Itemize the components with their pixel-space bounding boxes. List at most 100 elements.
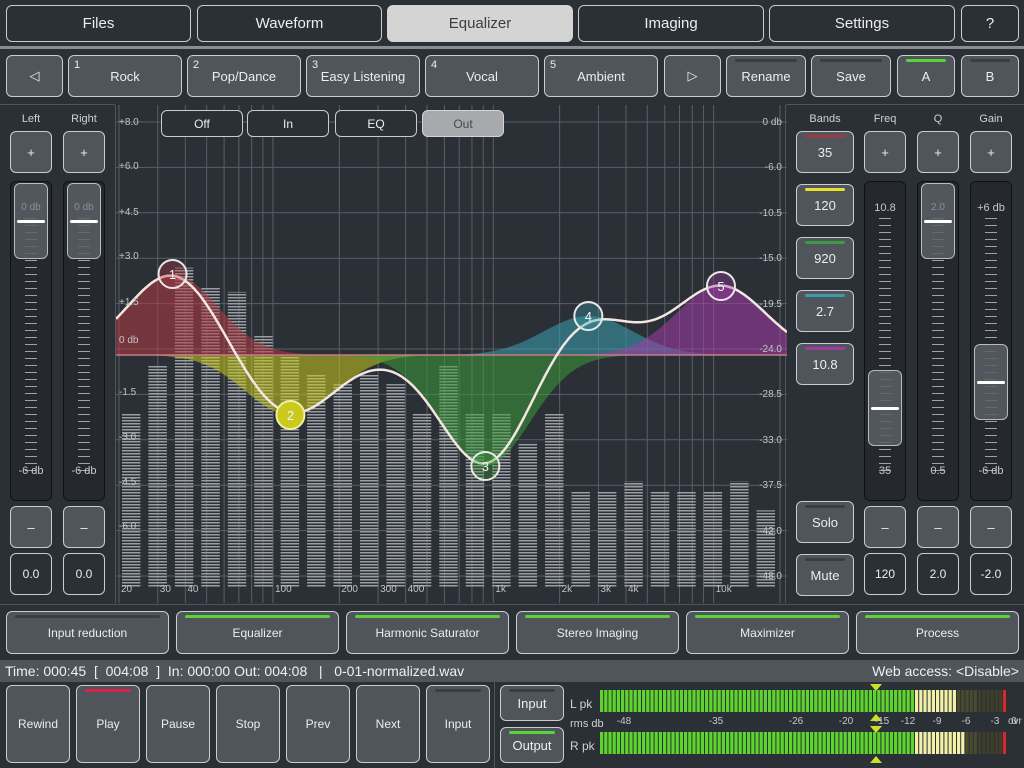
freq-thumb[interactable] — [868, 370, 902, 447]
module-input-reduction[interactable]: Input reduction — [6, 611, 169, 654]
preset-pop-dance[interactable]: 2 Pop/Dance — [187, 55, 301, 97]
prev-button[interactable]: Prev — [286, 685, 350, 763]
band-button-1[interactable]: 35 — [796, 131, 854, 173]
freq-slider[interactable]: 10.8 35 — [864, 181, 906, 501]
freq-value[interactable]: 120 — [864, 553, 906, 595]
module-maximizer[interactable]: Maximizer — [686, 611, 849, 654]
meter-scale-label: -3 — [991, 716, 1000, 727]
left-plus-button[interactable]: + — [10, 131, 52, 173]
band-handle-3[interactable]: 3 — [470, 451, 501, 481]
left-axis-label: -4.5 — [119, 477, 137, 488]
right-minus-button[interactable]: – — [63, 506, 105, 548]
eq-graph[interactable]: 1 2 3 4 5 Off In EQ Out +8.0 +6.0 +4.5 +3.0 +1.5 0 d… — [115, 105, 787, 603]
meter-scale-label: -35 — [709, 716, 724, 727]
left-gain-thumb[interactable]: 0 db — [14, 183, 48, 259]
view-mode-eq[interactable]: EQ — [335, 110, 417, 137]
left-value[interactable]: 0.0 — [10, 553, 52, 595]
right-meter-segment — [927, 732, 931, 754]
band-handle-4[interactable]: 4 — [573, 301, 604, 331]
save-button[interactable]: Save — [811, 55, 891, 97]
spectrum-bar — [412, 413, 432, 588]
compare-b-button[interactable]: B — [961, 55, 1019, 97]
right-gain-slider[interactable]: -6 db 0 db — [63, 181, 105, 501]
gain-thumb[interactable] — [974, 343, 1008, 420]
gain-minus-button[interactable]: – — [970, 506, 1012, 548]
band-handle-5[interactable]: 5 — [705, 271, 736, 301]
right-meter-segment — [902, 732, 906, 754]
meter-scale-label: -9 — [933, 716, 942, 727]
right-meter-segment — [755, 732, 759, 754]
q-plus-button[interactable]: + — [917, 131, 959, 173]
module-process[interactable]: Process — [856, 611, 1019, 654]
band-handle-1[interactable]: 1 — [157, 259, 188, 289]
meter-input-button[interactable]: Input — [500, 685, 564, 721]
view-mode-off[interactable]: Off — [161, 110, 243, 137]
right-meter-segment — [982, 732, 986, 754]
right-axis-label: -6.0 — [764, 162, 782, 174]
gain-plus-button[interactable]: + — [970, 131, 1012, 173]
rewind-button[interactable]: Rewind — [6, 685, 70, 763]
right-meter-segment — [658, 732, 662, 754]
gain-slider[interactable]: +6 db -6 db — [970, 181, 1012, 501]
left-minus-button[interactable]: – — [10, 506, 52, 548]
left-meter-segment — [999, 690, 1003, 712]
preset-vocal[interactable]: 4 Vocal — [425, 55, 539, 97]
prev-preset-button[interactable]: ◁ — [6, 55, 63, 97]
stop-button[interactable]: Stop — [216, 685, 280, 763]
preset-number: 3 — [312, 59, 319, 71]
left-meter-segment — [793, 690, 797, 712]
left-scale-top: 0 db — [21, 202, 41, 213]
preset-easy-listening[interactable]: 3 Easy Listening — [306, 55, 420, 97]
rename-button[interactable]: Rename — [726, 55, 806, 97]
freq-scale-bottom: 35 — [878, 465, 892, 477]
web-access-toggle[interactable]: Web access: <Disable> — [872, 663, 1019, 679]
module-harmonic-saturator[interactable]: Harmonic Saturator — [346, 611, 509, 654]
q-thumb[interactable]: 2.0 — [921, 183, 955, 259]
freq-minus-button[interactable]: – — [864, 506, 906, 548]
tab-imaging[interactable]: Imaging — [578, 5, 764, 42]
band-button-5[interactable]: 10.8 — [796, 343, 854, 385]
module-stereo-imaging[interactable]: Stereo Imaging — [516, 611, 679, 654]
view-mode-out[interactable]: Out — [422, 110, 504, 137]
view-mode-in[interactable]: In — [247, 110, 329, 137]
tab-settings[interactable]: Settings — [769, 5, 955, 42]
preset-ambient[interactable]: 5 Ambient — [544, 55, 658, 97]
meter-output-button[interactable]: Output — [500, 727, 564, 763]
band-button-4[interactable]: 2.7 — [796, 290, 854, 332]
band-button-3[interactable]: 920 — [796, 237, 854, 279]
tab-files[interactable]: Files — [6, 5, 191, 42]
band-handle-2[interactable]: 2 — [275, 400, 306, 430]
left-meter-segment — [952, 690, 956, 712]
tab-waveform[interactable]: Waveform — [197, 5, 382, 42]
spectrum-bar — [571, 490, 590, 588]
pause-button[interactable]: Pause — [146, 685, 210, 763]
left-gain-slider[interactable]: -6 db 0 db — [10, 181, 52, 501]
right-gain-thumb[interactable]: 0 db — [67, 183, 101, 259]
right-plus-button[interactable]: + — [63, 131, 105, 173]
q-slider[interactable]: 0.5 2.0 — [917, 181, 959, 501]
gain-value[interactable]: -2.0 — [970, 553, 1012, 595]
right-meter-segment — [633, 732, 637, 754]
eq-graph-canvas[interactable]: 1 2 3 4 5 — [116, 105, 787, 603]
band-button-2[interactable]: 120 — [796, 184, 854, 226]
left-meter-segment — [944, 690, 948, 712]
solo-button[interactable]: Solo — [796, 501, 854, 543]
freq-plus-button[interactable]: + — [864, 131, 906, 173]
right-meter-segment — [810, 732, 814, 754]
left-meter-segment — [831, 690, 835, 712]
q-value[interactable]: 2.0 — [917, 553, 959, 595]
next-button[interactable]: Next — [356, 685, 420, 763]
play-button[interactable]: Play — [76, 685, 140, 763]
mute-button[interactable]: Mute — [796, 554, 854, 596]
freq-axis-label: 400 — [407, 584, 425, 595]
next-preset-button[interactable]: ▷ — [664, 55, 721, 97]
module-label: Process — [915, 625, 960, 640]
q-minus-button[interactable]: – — [917, 506, 959, 548]
tab-equalizer[interactable]: Equalizer — [387, 5, 573, 42]
module-equalizer[interactable]: Equalizer — [176, 611, 339, 654]
tab-help[interactable]: ? — [961, 5, 1019, 42]
right-value[interactable]: 0.0 — [63, 553, 105, 595]
input-button[interactable]: Input — [426, 685, 490, 763]
preset-rock[interactable]: 1 Rock — [68, 55, 182, 97]
compare-a-button[interactable]: A — [897, 55, 955, 97]
